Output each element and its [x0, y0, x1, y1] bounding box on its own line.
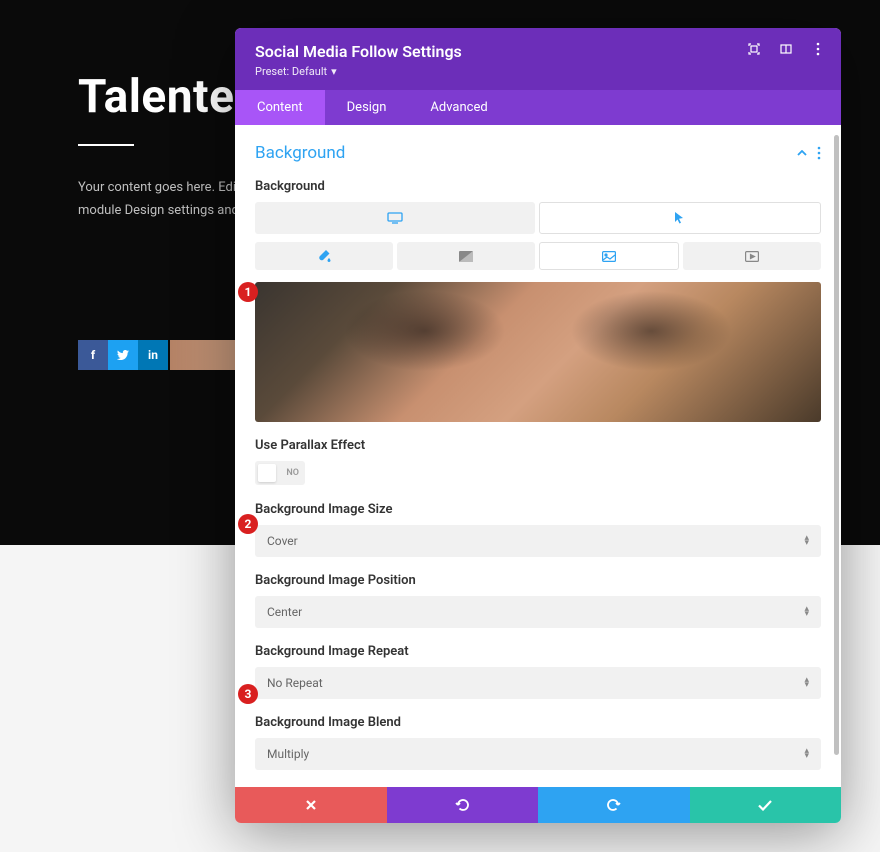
- facebook-icon[interactable]: f: [78, 340, 108, 370]
- annotation-badge-2: 2: [238, 514, 258, 534]
- select-caret-icon: ▴▾: [804, 749, 809, 760]
- bg-position-label: Background Image Position: [255, 573, 821, 588]
- hover-tab[interactable]: [539, 202, 821, 234]
- background-image-preview[interactable]: [255, 282, 821, 422]
- background-label: Background: [255, 179, 821, 194]
- collapse-icon[interactable]: [797, 150, 807, 156]
- expand-icon[interactable]: [747, 42, 761, 56]
- annotation-badge-1: 1: [238, 282, 258, 302]
- modal-footer: [235, 787, 841, 823]
- bg-size-select[interactable]: Cover ▴▾: [255, 525, 821, 557]
- tab-advanced[interactable]: Advanced: [408, 90, 509, 125]
- modal-header: Social Media Follow Settings Preset: Def…: [235, 28, 841, 90]
- device-responsive-tabs: [255, 202, 821, 234]
- bg-repeat-select[interactable]: No Repeat ▴▾: [255, 667, 821, 699]
- modal-body[interactable]: Background Background: [235, 125, 841, 787]
- bg-video-tab[interactable]: [683, 242, 821, 270]
- title-underline: [78, 144, 134, 146]
- scrollbar-thumb[interactable]: [834, 135, 839, 755]
- bg-blend-label: Background Image Blend: [255, 715, 821, 730]
- select-caret-icon: ▴▾: [804, 678, 809, 689]
- section-more-icon[interactable]: [817, 146, 821, 160]
- bg-size-label: Background Image Size: [255, 502, 821, 517]
- twitter-icon[interactable]: [108, 340, 138, 370]
- background-type-tabs: [255, 242, 821, 270]
- select-caret-icon: ▴▾: [804, 536, 809, 547]
- page-title: Talented: [78, 70, 261, 124]
- bg-position-select[interactable]: Center ▴▾: [255, 596, 821, 628]
- preset-selector[interactable]: Preset: Default ▾: [255, 65, 821, 78]
- desktop-tab[interactable]: [255, 202, 535, 234]
- header-actions: [747, 42, 825, 56]
- cancel-button[interactable]: [235, 787, 387, 823]
- undo-button[interactable]: [387, 787, 539, 823]
- select-caret-icon: ▴▾: [804, 607, 809, 618]
- redo-button[interactable]: [538, 787, 690, 823]
- columns-icon[interactable]: [779, 42, 793, 56]
- parallax-toggle[interactable]: NO: [255, 461, 305, 485]
- social-icons-row: f in: [78, 340, 168, 370]
- bg-blend-select[interactable]: Multiply ▴▾: [255, 738, 821, 770]
- parallax-label: Use Parallax Effect: [255, 438, 821, 453]
- settings-modal: Social Media Follow Settings Preset: Def…: [235, 28, 841, 823]
- page-hero: Talented Your content goes here. Edit th…: [78, 70, 261, 223]
- save-button[interactable]: [690, 787, 842, 823]
- section-title-background[interactable]: Background: [255, 143, 345, 163]
- toggle-knob: [258, 464, 276, 482]
- bg-image-tab[interactable]: [539, 242, 679, 270]
- tab-content[interactable]: Content: [235, 90, 325, 125]
- bg-gradient-tab[interactable]: [397, 242, 535, 270]
- bg-color-tab[interactable]: [255, 242, 393, 270]
- background-image-strip: [170, 340, 240, 370]
- more-icon[interactable]: [811, 42, 825, 56]
- modal-title: Social Media Follow Settings: [255, 42, 821, 61]
- toggle-label: NO: [286, 468, 299, 478]
- bg-repeat-label: Background Image Repeat: [255, 644, 821, 659]
- page-description: Your content goes here. Edit the module …: [78, 176, 261, 223]
- annotation-badge-3: 3: [238, 684, 258, 704]
- section-header: Background: [255, 143, 821, 163]
- tab-design[interactable]: Design: [325, 90, 409, 125]
- linkedin-icon[interactable]: in: [138, 340, 168, 370]
- chevron-down-icon: ▾: [331, 65, 337, 78]
- modal-tabs: Content Design Advanced: [235, 90, 841, 125]
